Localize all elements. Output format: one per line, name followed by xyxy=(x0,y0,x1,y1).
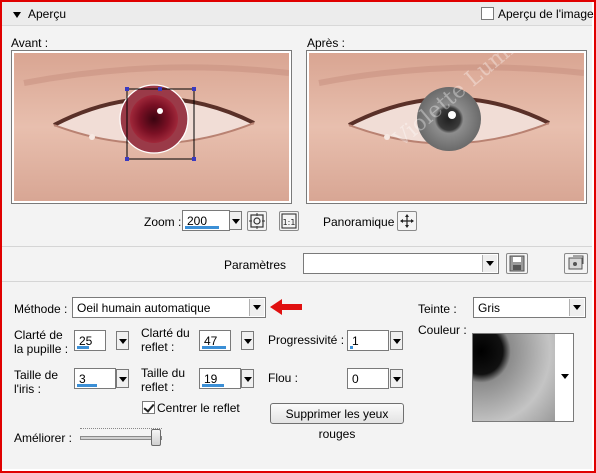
after-preview: Violette Lumino xyxy=(306,50,587,204)
reflection-size-label-line1: Taille du xyxy=(141,366,186,380)
method-label: Méthode : xyxy=(14,302,68,316)
reflection-clarity-slider-bar[interactable] xyxy=(202,346,226,349)
before-preview[interactable] xyxy=(11,50,292,204)
reflection-clarity-label-line1: Clarté du xyxy=(141,326,190,340)
center-reflection-checkbox[interactable] xyxy=(142,401,155,414)
pupil-clarity-slider-bar[interactable] xyxy=(77,346,89,349)
pupil-clarity-input[interactable]: 25 xyxy=(74,330,106,351)
blur-input[interactable]: 0 xyxy=(347,368,389,389)
pan-label: Panoramique : xyxy=(323,215,402,229)
save-disk-icon xyxy=(509,255,525,272)
reflection-clarity-input[interactable]: 47 xyxy=(199,330,231,351)
hue-value: Gris xyxy=(478,301,500,315)
pupil-clarity-label-line2: la pupille : xyxy=(14,342,69,356)
red-arrow-icon xyxy=(270,299,302,315)
zoom-fit-button[interactable] xyxy=(247,211,267,231)
zoom-slider-bar[interactable] xyxy=(185,226,219,229)
before-image xyxy=(14,53,289,201)
zoom-input[interactable]: 200 xyxy=(182,210,230,231)
after-eye-image xyxy=(309,53,584,201)
zoom-label: Zoom : xyxy=(144,215,182,229)
save-params-button[interactable] xyxy=(506,253,528,274)
progressivity-value: 1 xyxy=(352,334,359,348)
save-preset-icon xyxy=(568,255,584,270)
fit-to-window-icon xyxy=(249,213,265,229)
preview-title: Aperçu xyxy=(28,7,67,21)
improve-label: Améliorer : xyxy=(14,431,73,445)
method-value: Oeil humain automatique xyxy=(77,301,211,315)
after-label: Après : xyxy=(307,36,346,50)
reflection-size-dropdown-button[interactable] xyxy=(241,369,254,388)
after-image: Violette Lumino xyxy=(309,53,584,201)
pupil-clarity-label-line1: Clarté de xyxy=(14,328,63,342)
reflection-size-slider-bar[interactable] xyxy=(202,384,224,387)
iris-size-label-line2: l'iris : xyxy=(14,382,41,396)
before-eye-image xyxy=(14,53,289,201)
pupil-clarity-dropdown-button[interactable] xyxy=(116,331,129,350)
hue-label: Teinte : xyxy=(418,302,457,316)
params-dropdown-arrow-icon[interactable] xyxy=(482,255,497,272)
progressivity-slider-bar[interactable] xyxy=(350,346,353,349)
progressivity-label: Progressivité : xyxy=(268,333,345,347)
image-preview-checkbox[interactable] xyxy=(481,7,494,20)
reflection-size-input[interactable]: 19 xyxy=(199,368,241,389)
hue-select[interactable]: Gris xyxy=(473,297,586,318)
manage-params-button[interactable] xyxy=(564,253,588,274)
iris-size-input[interactable]: 3 xyxy=(74,368,116,389)
reflection-clarity-dropdown-button[interactable] xyxy=(241,331,254,350)
preview-header[interactable]: Aperçu Aperçu de l'image xyxy=(2,2,594,26)
pan-button[interactable] xyxy=(397,211,417,231)
color-label: Couleur : xyxy=(418,323,467,337)
improve-slider-track[interactable] xyxy=(80,436,162,440)
improve-slider-ticks xyxy=(80,428,162,432)
improve-slider-thumb[interactable] xyxy=(151,429,161,446)
svg-text:1:1: 1:1 xyxy=(283,218,296,227)
reflection-size-label-line2: reflet : xyxy=(141,380,175,394)
hue-dropdown-arrow-icon[interactable] xyxy=(569,299,584,316)
progressivity-dropdown-button[interactable] xyxy=(390,331,403,350)
iris-size-slider-bar[interactable] xyxy=(77,384,97,387)
image-preview-label: Aperçu de l'image xyxy=(498,7,594,21)
blur-value: 0 xyxy=(352,372,359,386)
blur-dropdown-button[interactable] xyxy=(390,369,403,388)
method-dropdown-arrow-icon[interactable] xyxy=(249,299,264,316)
gray-iris-swatch-image xyxy=(473,334,573,421)
remove-red-eyes-button[interactable]: Supprimer les yeux rouges xyxy=(270,403,404,441)
collapse-triangle-icon[interactable] xyxy=(13,12,21,18)
params-select[interactable] xyxy=(303,253,499,274)
params-label: Paramètres xyxy=(224,258,287,272)
reflection-clarity-label-line2: reflet : xyxy=(141,340,175,354)
blur-label: Flou : xyxy=(268,371,299,385)
zoom-dropdown-button[interactable] xyxy=(229,211,242,230)
iris-size-label-line1: Taille de xyxy=(14,368,59,382)
iris-size-dropdown-button[interactable] xyxy=(116,369,129,388)
section-divider-2 xyxy=(2,281,592,282)
move-arrows-icon xyxy=(400,214,414,228)
before-label: Avant : xyxy=(11,36,49,50)
color-swatch[interactable] xyxy=(472,333,574,422)
section-divider xyxy=(2,246,592,247)
actual-size-icon: 1:1 xyxy=(281,213,297,229)
method-select[interactable]: Oeil humain automatique xyxy=(72,297,266,318)
zoom-actual-size-button[interactable]: 1:1 xyxy=(279,211,299,231)
center-reflection-label: Centrer le reflet xyxy=(157,401,240,415)
progressivity-input[interactable]: 1 xyxy=(347,330,389,351)
